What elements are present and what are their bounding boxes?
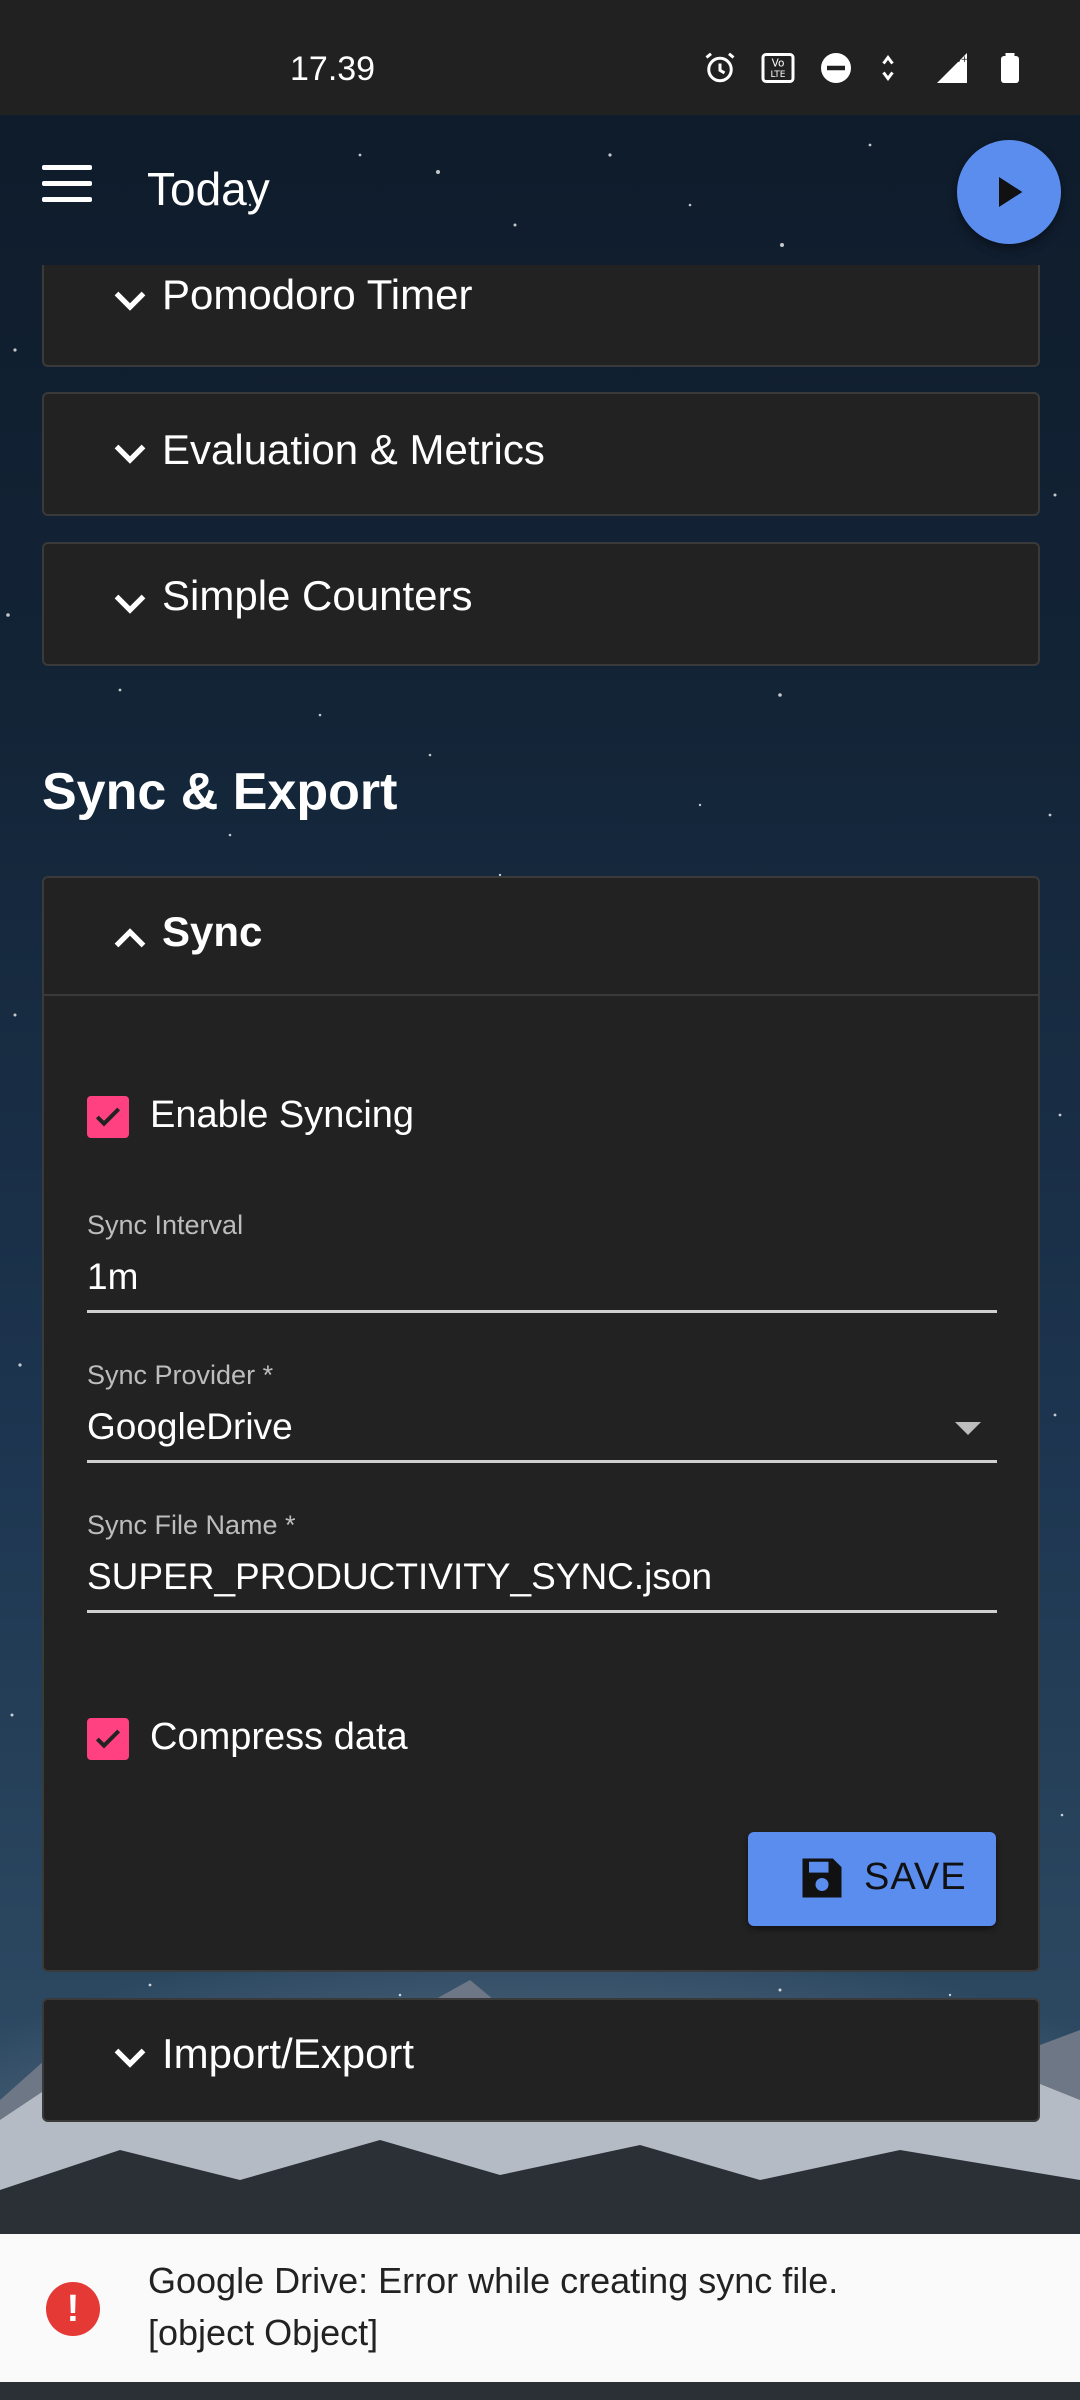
chevron-down-icon [114, 444, 146, 464]
chevron-down-icon [114, 594, 146, 614]
sync-provider-select[interactable]: GoogleDrive [87, 1406, 293, 1448]
sync-provider-label: Sync Provider * [87, 1360, 274, 1390]
check-icon [95, 1107, 121, 1127]
sync-interval-label: Sync Interval [87, 1210, 244, 1240]
volte-icon: VoLTE [761, 53, 795, 83]
sync-file-name-input[interactable]: SUPER_PRODUCTIVITY_SYNC.json [87, 1556, 712, 1598]
panel-title: Import/Export [162, 2030, 415, 2077]
status-icons: Vo LTE 4G+ [702, 50, 1028, 86]
compress-data-label: Compress data [150, 1716, 408, 1758]
sync-panel-header[interactable]: Sync [44, 878, 1038, 996]
floppy-disk-icon [802, 1858, 842, 1898]
sync-file-name-label: Sync File Name * [87, 1510, 296, 1540]
app-bar: Today [0, 115, 1080, 265]
sync-provider-underline [87, 1460, 997, 1463]
data-4g-icon [882, 55, 894, 81]
signal-icon: 4G+ [937, 53, 968, 83]
play-icon [999, 177, 1023, 207]
panel-import-export[interactable]: Import/Export [42, 1998, 1040, 2122]
alarm-icon [705, 52, 735, 83]
sync-interval-underline [87, 1310, 997, 1313]
enable-syncing-label: Enable Syncing [150, 1094, 415, 1136]
check-icon [95, 1729, 121, 1749]
section-heading: Sync & Export [42, 763, 398, 821]
sync-file-name-underline [87, 1610, 997, 1613]
status-bar: 17.39 Vo LTE 4G+ [0, 0, 1080, 115]
panel-title: Evaluation & Metrics [162, 426, 545, 473]
panel-pomodoro-timer[interactable]: Pomodoro Timer [42, 265, 1040, 367]
panel-simple-counters[interactable]: Simple Counters [42, 542, 1040, 666]
snackbar-message-detail: [object Object] [148, 2312, 379, 2353]
error-snackbar[interactable]: ! Google Drive: Error while creating syn… [0, 2234, 1080, 2382]
error-icon: ! [46, 2282, 100, 2336]
page-title: Today [147, 163, 270, 215]
svg-text:LTE: LTE [771, 70, 786, 80]
snackbar-message: Google Drive: Error while creating sync … [148, 2260, 839, 2301]
play-button[interactable] [957, 140, 1061, 244]
svg-text:4G+: 4G+ [948, 55, 968, 65]
svg-text:Vo: Vo [772, 58, 785, 70]
panel-evaluation-metrics[interactable]: Evaluation & Metrics [42, 392, 1040, 516]
panel-title: Simple Counters [162, 572, 473, 619]
panel-title: Pomodoro Timer [162, 271, 473, 318]
chevron-down-icon [114, 2048, 146, 2068]
menu-icon[interactable] [42, 165, 104, 215]
status-time: 17.39 [290, 50, 376, 88]
compress-data-checkbox[interactable] [87, 1718, 129, 1760]
chevron-down-icon [114, 291, 146, 311]
save-button[interactable]: SAVE [748, 1832, 996, 1926]
battery-icon [1001, 53, 1019, 83]
do-not-disturb-icon [821, 53, 851, 83]
dropdown-arrow-icon[interactable] [955, 1422, 981, 1435]
save-button-label: SAVE [864, 1856, 967, 1898]
chevron-up-icon [114, 928, 146, 948]
panel-title: Sync [162, 908, 263, 955]
sync-interval-input[interactable]: 1m [87, 1256, 138, 1298]
enable-syncing-checkbox[interactable] [87, 1096, 129, 1138]
